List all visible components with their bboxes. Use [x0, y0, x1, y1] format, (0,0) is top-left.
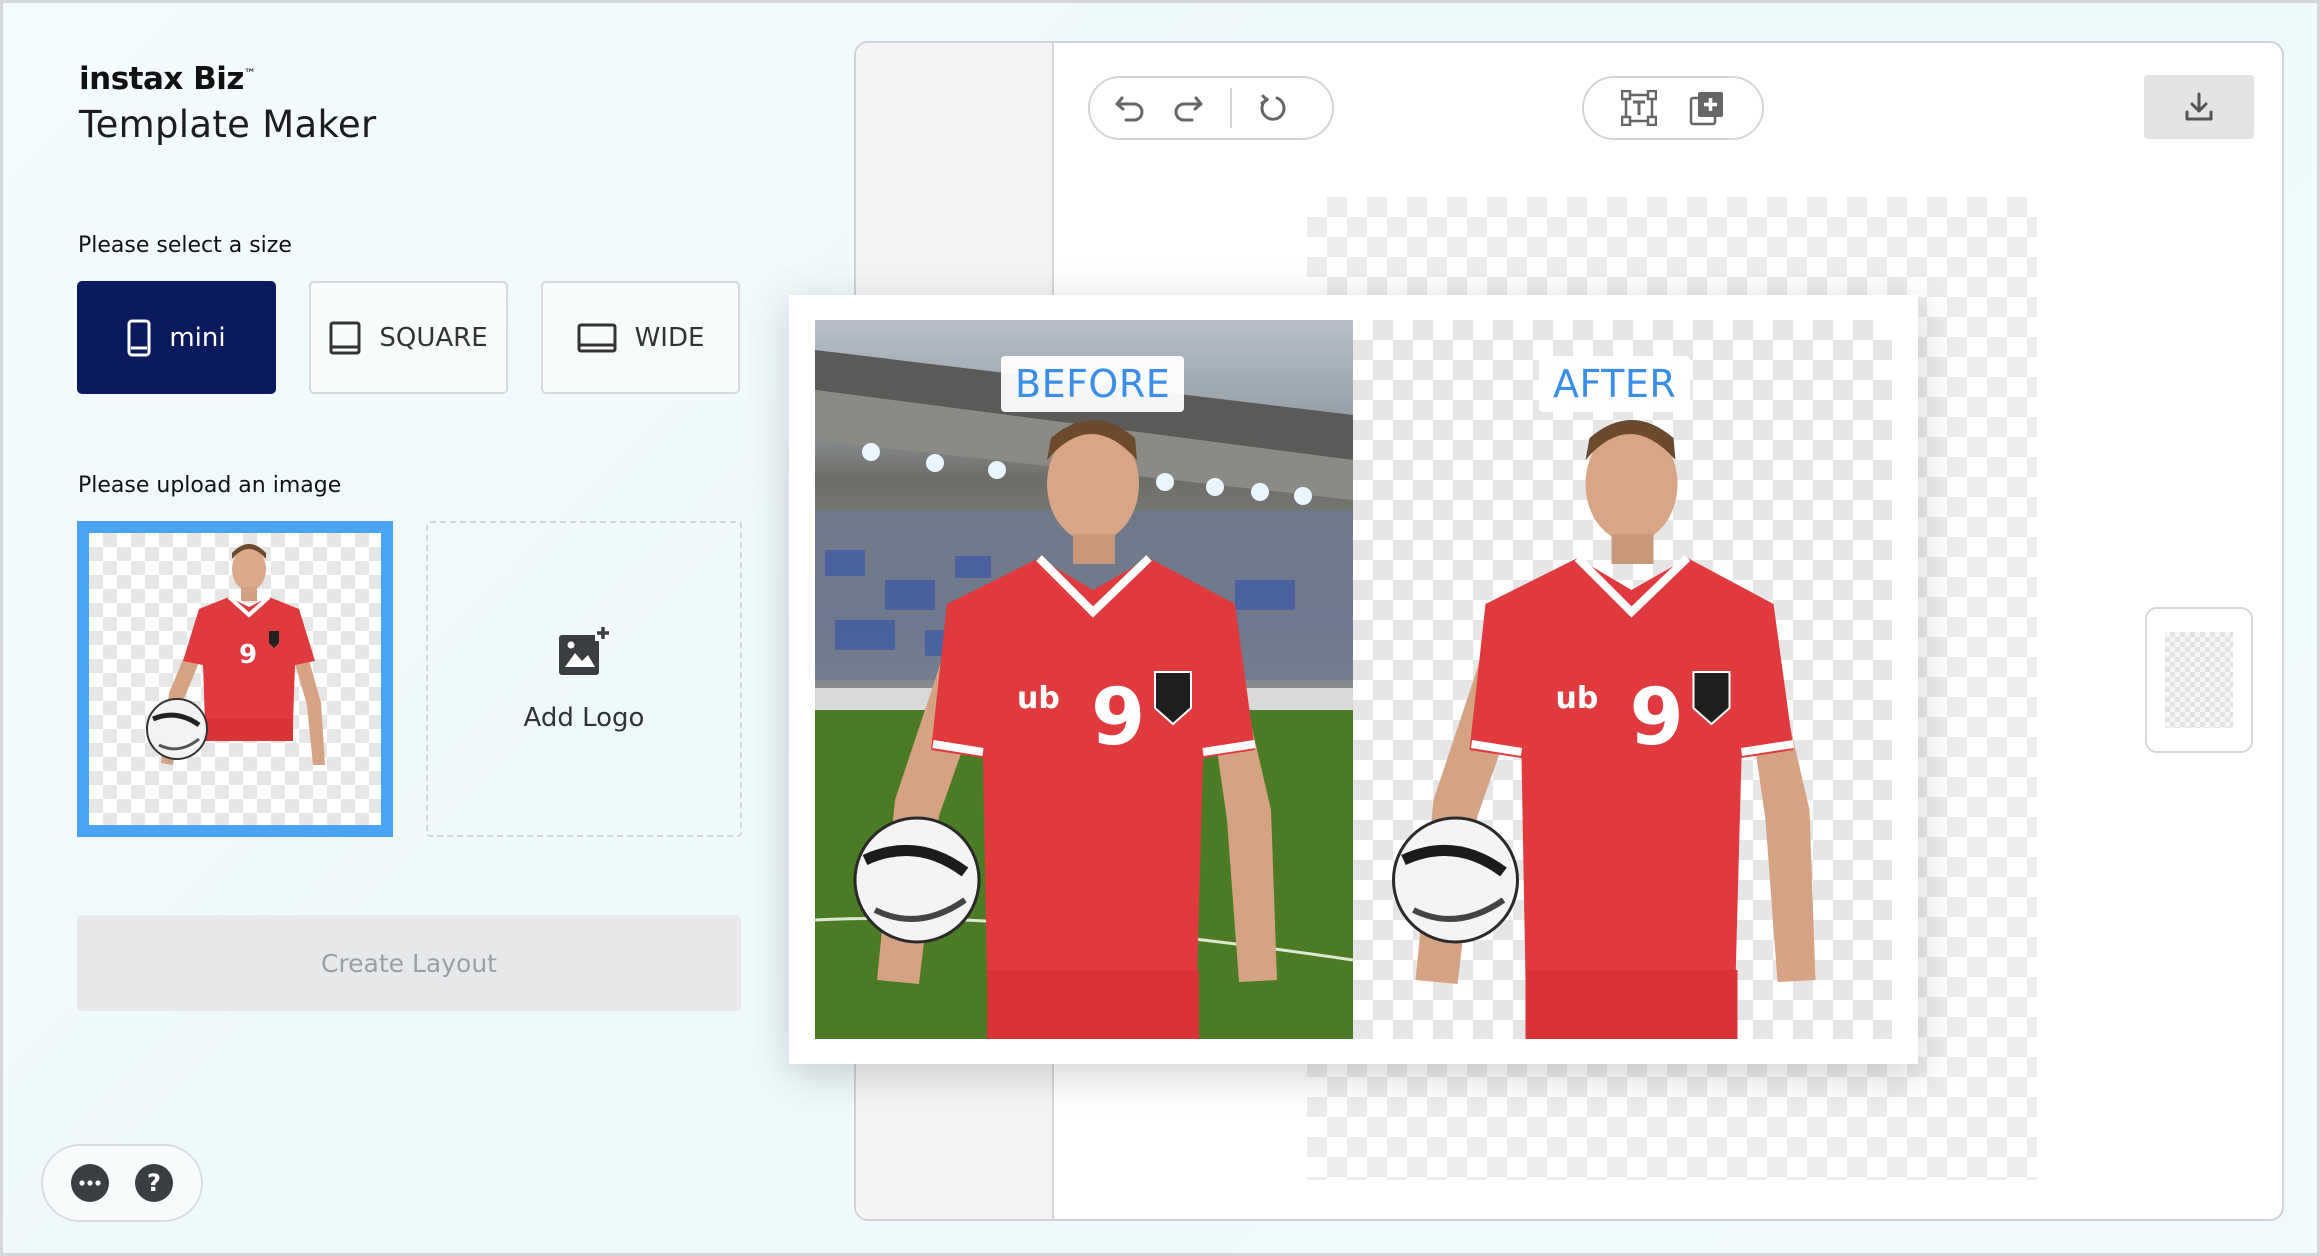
product-title: Template Maker	[79, 103, 377, 146]
upload-label: Please upload an image	[78, 473, 342, 498]
size-option-label: SQUARE	[379, 322, 488, 353]
toolbar-divider	[1230, 88, 1232, 128]
add-logo-button[interactable]: Add Logo	[426, 521, 742, 837]
history-toolbar	[1088, 76, 1334, 140]
size-option-label: WIDE	[634, 322, 705, 353]
after-label: AFTER	[1539, 356, 1691, 412]
svg-text:9: 9	[1091, 673, 1145, 763]
before-label: BEFORE	[1001, 356, 1185, 412]
portrait-frame-icon	[127, 319, 151, 356]
add-image-icon	[559, 625, 611, 675]
size-option-label: mini	[169, 322, 226, 353]
page-thumbnail[interactable]	[2145, 607, 2253, 753]
svg-text:ub: ub	[1017, 681, 1060, 716]
redo-icon[interactable]	[1172, 94, 1204, 122]
more-icon[interactable]	[71, 1164, 109, 1202]
size-option-square[interactable]: SQUARE	[309, 281, 508, 394]
app-frame: instax Biz™ Template Maker Please select…	[0, 0, 2320, 1256]
download-button[interactable]	[2144, 75, 2254, 139]
page-thumbnail-preview	[2165, 632, 2233, 728]
svg-text:ub: ub	[1556, 681, 1599, 716]
create-layout-button[interactable]: Create Layout	[77, 915, 741, 1011]
download-icon	[2185, 92, 2213, 121]
after-photo: 9 ub AFTER	[1353, 320, 1892, 1039]
add-logo-label: Add Logo	[523, 703, 645, 733]
help-menu: ?	[41, 1144, 203, 1222]
help-icon[interactable]: ?	[135, 1164, 173, 1202]
undo-icon[interactable]	[1114, 94, 1146, 122]
size-label: Please select a size	[78, 233, 292, 258]
square-frame-icon	[329, 321, 361, 354]
player-cutout-image: 9	[146, 544, 325, 765]
brand-name: instax Biz™	[79, 61, 256, 97]
size-option-wide[interactable]: WIDE	[541, 281, 740, 394]
size-option-mini[interactable]: mini	[77, 281, 276, 394]
svg-text:9: 9	[239, 640, 257, 670]
before-after-card: 9 ub BEFORE 9 ub AFTER	[789, 295, 1918, 1064]
uploaded-image-thumbnail[interactable]: 9	[77, 521, 393, 837]
add-image-icon[interactable]	[1689, 90, 1725, 126]
player-image-before: 9 ub	[853, 420, 1277, 1039]
before-photo: 9 ub BEFORE	[815, 320, 1353, 1039]
landscape-frame-icon	[577, 323, 617, 352]
svg-text:9: 9	[1630, 673, 1684, 763]
reset-icon[interactable]	[1258, 93, 1288, 123]
add-text-icon[interactable]	[1621, 90, 1657, 126]
brand: instax Biz™ Template Maker	[79, 61, 376, 146]
insert-toolbar	[1582, 76, 1764, 140]
player-image-after: 9 ub	[1392, 420, 1816, 1039]
